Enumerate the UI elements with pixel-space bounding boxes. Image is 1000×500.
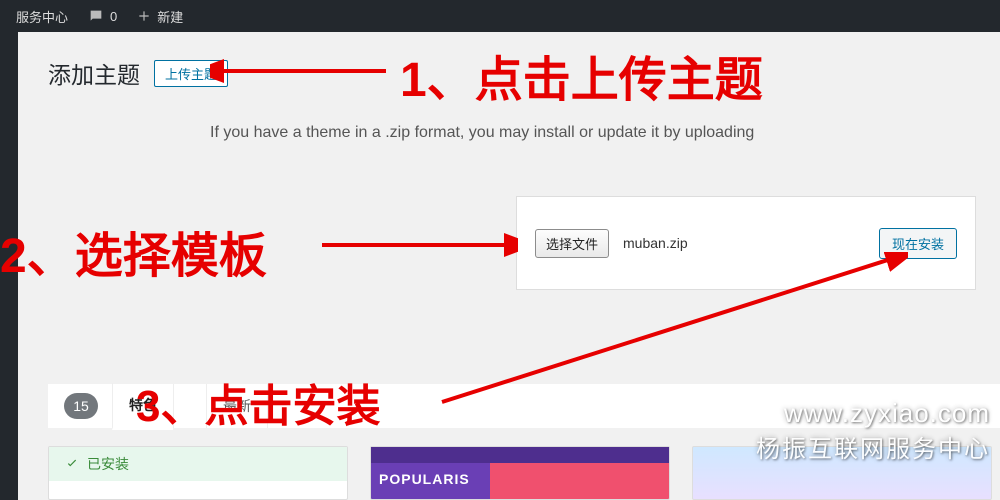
page-title: 添加主题 [48, 56, 140, 90]
check-icon [65, 457, 79, 471]
admin-toolbar: 服务中心 0 新建 [0, 0, 1000, 32]
toolbar-new[interactable]: 新建 [127, 0, 193, 32]
annotation-step-1: 1、点击上传主题 [400, 40, 763, 110]
annotation-step-2: 2、选择模板 [0, 216, 267, 286]
toolbar-comments-count: 0 [110, 9, 117, 24]
toolbar-new-label: 新建 [157, 7, 183, 26]
comment-icon [88, 8, 104, 24]
installed-badge: 已安装 [65, 454, 129, 474]
plus-icon [137, 9, 151, 23]
theme-card-brand: POPULARIS [379, 471, 470, 487]
theme-card-topbar [371, 447, 669, 463]
installed-label-text: 已安装 [87, 454, 129, 474]
toolbar-service-center[interactable]: 服务中心 [6, 0, 78, 32]
upload-hint-text: If you have a theme in a .zip format, yo… [20, 100, 1000, 172]
toolbar-comments[interactable]: 0 [78, 0, 127, 32]
arrow-3-icon [438, 252, 908, 412]
theme-thumbnails: 已安装 POPULARIS [48, 446, 1000, 500]
toolbar-service-center-label: 服务中心 [16, 7, 68, 26]
theme-count-badge: 15 [64, 393, 98, 419]
annotation-step-3: 3、点击安装 [136, 370, 380, 434]
theme-card-popularis[interactable]: POPULARIS [370, 446, 670, 500]
chosen-filename: muban.zip [623, 235, 688, 251]
theme-card-generic[interactable] [692, 446, 992, 500]
theme-card-installed[interactable]: 已安装 [48, 446, 348, 500]
arrow-1-icon [210, 56, 390, 86]
